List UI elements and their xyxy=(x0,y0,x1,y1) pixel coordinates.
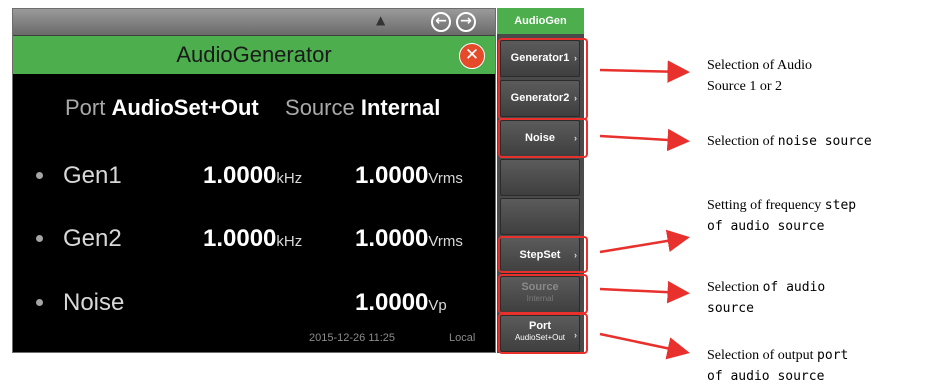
annotation-generators-line1: Selection of Audio xyxy=(707,58,812,73)
annotation-stepset-line2: of audio source xyxy=(707,219,825,234)
annotation-stepset-part2: step xyxy=(824,198,857,213)
annotation-port: Selection of output port of audio source xyxy=(707,345,848,387)
annotation-noise-part1: Selection of xyxy=(707,134,778,149)
annotation-port-line2: of audio source xyxy=(707,369,825,384)
arrow-noise xyxy=(599,128,690,152)
annotation-source: Selection of audio source xyxy=(707,277,825,319)
annotation-noise-part2: noise source xyxy=(777,134,872,149)
arrow-port xyxy=(599,332,690,360)
arrow-source xyxy=(599,280,690,304)
arrow-stepset xyxy=(599,229,690,254)
annotation-noise: Selection of noise source xyxy=(707,131,872,152)
annotation-generators: Selection of Audio Source 1 or 2 xyxy=(707,55,812,97)
annotation-stepset-part1: Setting of frequency xyxy=(707,198,825,213)
annotation-generators-line2: Source 1 or 2 xyxy=(707,79,783,94)
annotation-source-part1: Selection xyxy=(707,280,763,295)
annotation-source-line2: source xyxy=(707,301,754,316)
annotation-port-part1: Selection of output xyxy=(707,348,818,363)
annotation-stepset: Setting of frequency step of audio sourc… xyxy=(707,195,856,237)
annotation-port-part2: port xyxy=(817,348,849,363)
annotation-source-part2: of audio xyxy=(762,280,826,295)
arrow-generators xyxy=(599,60,690,83)
